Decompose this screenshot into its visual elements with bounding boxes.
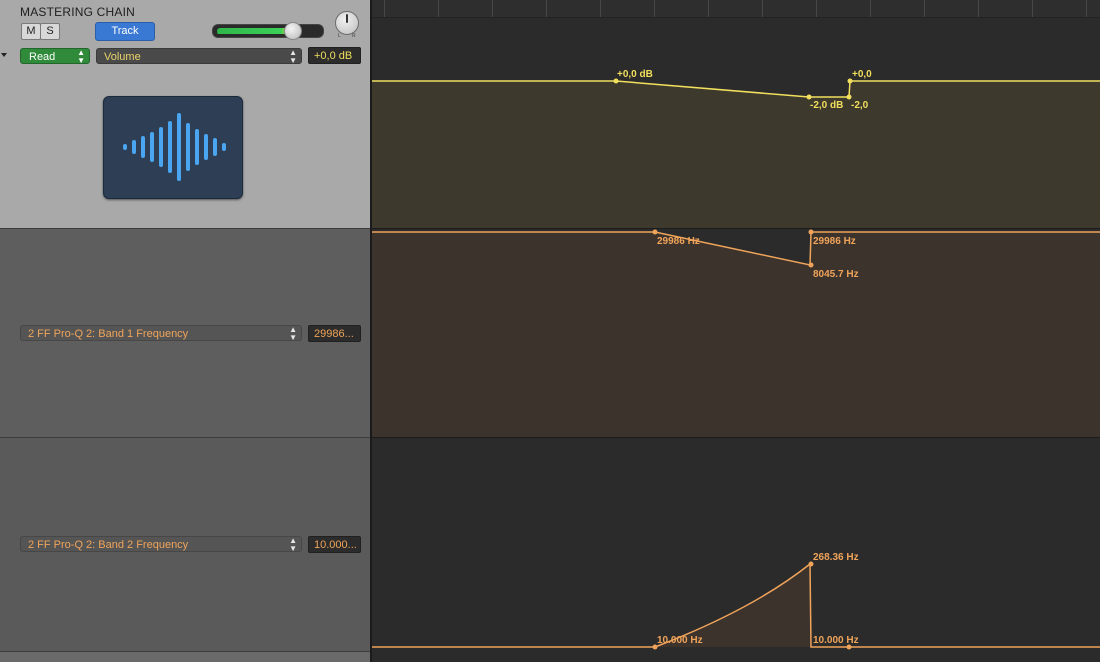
- select-arrows-icon: ▲▼: [289, 49, 297, 65]
- band-2-point-label: 10.000 Hz: [657, 635, 703, 646]
- waveform-bar: [159, 127, 163, 167]
- pan-pointer: [346, 14, 348, 23]
- lane-2-value-field[interactable]: 10.000...: [308, 536, 361, 553]
- lane-1-parameter-select[interactable]: 2 FF Pro-Q 2: Band 1 Frequency ▲▼: [20, 325, 302, 341]
- pan-right-label: R: [352, 33, 356, 39]
- lane-1-value-field[interactable]: 29986...: [308, 325, 361, 342]
- automation-parameter-select[interactable]: Volume ▲▼: [96, 48, 302, 64]
- volume-value-field[interactable]: +0,0 dB: [308, 47, 361, 64]
- waveform-bar: [195, 129, 199, 165]
- waveform-bar: [186, 123, 190, 171]
- volume-point-label: +0,0 dB: [617, 69, 653, 80]
- waveform-bar: [168, 121, 172, 173]
- automation-mode-label: Read: [29, 51, 55, 63]
- waveform-bar: [222, 143, 226, 151]
- lane-divider: [0, 437, 370, 438]
- volume-fader-knob[interactable]: [284, 22, 302, 40]
- volume-point-label: +0,0: [852, 69, 872, 80]
- level-meter: [212, 24, 324, 38]
- waveform-bar: [132, 140, 136, 154]
- pan-knob[interactable]: [335, 11, 359, 35]
- automation-curves[interactable]: +0,0 dB -2,0 dB +0,0 -2,0 29986 Hz 29986…: [372, 0, 1100, 662]
- waveform-bar: [213, 138, 217, 156]
- select-arrows-icon: ▲▼: [289, 326, 297, 342]
- track-button[interactable]: Track: [95, 22, 155, 41]
- band-1-fill: [372, 232, 1100, 437]
- track-name[interactable]: MASTERING CHAIN: [20, 5, 135, 19]
- waveform-icon: [104, 97, 242, 198]
- select-arrows-icon: ▲▼: [77, 49, 85, 65]
- band-1-point[interactable]: [809, 263, 814, 268]
- waveform-bar: [123, 144, 127, 150]
- band-2-point-label: 268.36 Hz: [813, 552, 859, 563]
- waveform-bar: [150, 132, 154, 162]
- waveform-bar: [141, 136, 145, 158]
- volume-fill: [372, 81, 1100, 228]
- lane-2-parameter-label: 2 FF Pro-Q 2: Band 2 Frequency: [28, 539, 188, 551]
- band-1-point[interactable]: [653, 230, 658, 235]
- mute-button[interactable]: M: [21, 23, 41, 40]
- volume-point-label: -2,0 dB: [810, 100, 843, 111]
- header-footer-strip: [0, 652, 370, 662]
- band-2-point-label: 10.000 Hz: [813, 635, 859, 646]
- automation-parameter-label: Volume: [104, 51, 141, 63]
- waveform-bar: [204, 134, 208, 160]
- lane-divider: [0, 651, 370, 652]
- volume-point-label: -2,0: [851, 100, 869, 111]
- band-1-point-label: 8045.7 Hz: [813, 269, 859, 280]
- band-1-point-label: 29986 Hz: [813, 236, 856, 247]
- volume-point[interactable]: [807, 95, 812, 100]
- lane-divider: [0, 228, 370, 229]
- solo-button[interactable]: S: [40, 23, 60, 40]
- volume-point[interactable]: [847, 95, 852, 100]
- band-1-point-label: 29986 Hz: [657, 236, 700, 247]
- waveform-bar: [177, 113, 181, 181]
- lane-2-parameter-select[interactable]: 2 FF Pro-Q 2: Band 2 Frequency ▲▼: [20, 536, 302, 552]
- plugin-icon-card[interactable]: [103, 96, 243, 199]
- lane-1-parameter-label: 2 FF Pro-Q 2: Band 1 Frequency: [28, 328, 188, 340]
- band-1-point[interactable]: [809, 230, 814, 235]
- select-arrows-icon: ▲▼: [289, 537, 297, 553]
- pan-left-label: L: [338, 33, 341, 39]
- automation-mode-select[interactable]: Read ▲▼: [20, 48, 90, 64]
- disclosure-triangle-icon[interactable]: [1, 53, 7, 57]
